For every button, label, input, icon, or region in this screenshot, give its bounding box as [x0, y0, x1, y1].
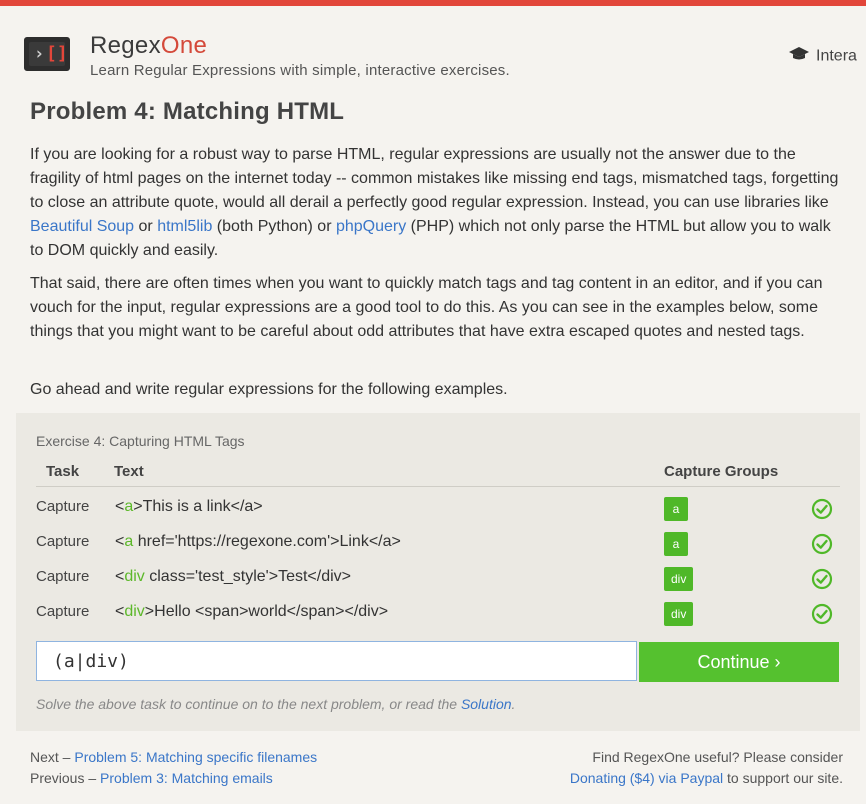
beautiful-soup-link[interactable]: Beautiful Soup — [30, 218, 134, 235]
instruction-paragraph: Go ahead and write regular expressions f… — [30, 381, 508, 398]
page-title: Problem 4: Matching HTML — [30, 98, 345, 125]
capture-group-badge: a — [664, 532, 688, 556]
brand-name[interactable]: RegexOne — [90, 32, 207, 60]
nav-interactive-tutorial-link[interactable]: Intera — [788, 46, 857, 67]
support-line: Find RegexOne useful? Please consider — [592, 749, 843, 765]
solution-link[interactable]: Solution — [461, 696, 512, 712]
check-circle-icon — [811, 603, 833, 625]
header-divider — [36, 486, 840, 487]
continue-button[interactable]: Continue › — [639, 642, 839, 682]
exercise-panel: Exercise 4: Capturing HTML Tags Task Tex… — [16, 413, 860, 731]
exercise-row: Capture <div class='test_style'>Test</di… — [16, 563, 860, 595]
graduation-cap-icon — [788, 46, 810, 67]
column-header-capture-groups: Capture Groups — [664, 463, 779, 480]
footer-navigation: Next – Problem 5: Matching specific file… — [30, 747, 317, 789]
exercise-row: Capture <div>Hello <span>world</span></d… — [16, 598, 860, 630]
exercise-row: Capture <a href='https://regexone.com'>L… — [16, 528, 860, 560]
solve-note: Solve the above task to continue on to t… — [36, 696, 516, 712]
next-problem-link[interactable]: Problem 5: Matching specific filenames — [74, 749, 317, 765]
second-paragraph: That said, there are often times when yo… — [30, 275, 823, 340]
donate-link[interactable]: Donating ($4) via Paypal — [570, 770, 723, 786]
phpquery-link[interactable]: phpQuery — [336, 218, 406, 235]
row-text: <a href='https://regexone.com'>Link</a> — [115, 533, 401, 550]
check-circle-icon — [811, 568, 833, 590]
row-task: Capture — [36, 533, 90, 550]
html5lib-link[interactable]: html5lib — [157, 218, 212, 235]
previous-problem-link[interactable]: Problem 3: Matching emails — [100, 770, 273, 786]
intro-paragraph: If you are looking for a robust way to p… — [30, 146, 839, 259]
row-text: <a>This is a link</a> — [115, 498, 263, 515]
column-header-task: Task — [46, 463, 80, 480]
footer-support: Find RegexOne useful? Please consider Do… — [570, 747, 843, 789]
exercise-title: Exercise 4: Capturing HTML Tags — [36, 433, 245, 449]
capture-group-badge: div — [664, 567, 694, 591]
regex-input[interactable] — [36, 641, 637, 681]
row-task: Capture — [36, 498, 90, 515]
brand-tagline: Learn Regular Expressions with simple, i… — [90, 62, 510, 79]
row-task: Capture — [36, 568, 90, 585]
column-header-text: Text — [114, 463, 144, 480]
exercise-row: Capture <a>This is a link</a> a — [16, 493, 860, 525]
site-header: › [] RegexOne Learn Regular Expressions … — [0, 6, 866, 86]
capture-group-badge: a — [664, 497, 688, 521]
row-task: Capture — [36, 603, 90, 620]
next-problem-line: Next – Problem 5: Matching specific file… — [30, 749, 318, 765]
row-text: <div class='test_style'>Test</div> — [115, 568, 352, 585]
check-circle-icon — [811, 533, 833, 555]
donate-line: Donating ($4) via Paypal to support our … — [569, 770, 843, 786]
row-text: <div>Hello <span>world</span></div> — [115, 603, 389, 620]
check-circle-icon — [811, 498, 833, 520]
regexone-logo-icon[interactable]: › [] — [24, 37, 70, 71]
capture-group-badge: div — [664, 602, 694, 626]
previous-problem-line: Previous – Problem 3: Matching emails — [30, 770, 273, 786]
